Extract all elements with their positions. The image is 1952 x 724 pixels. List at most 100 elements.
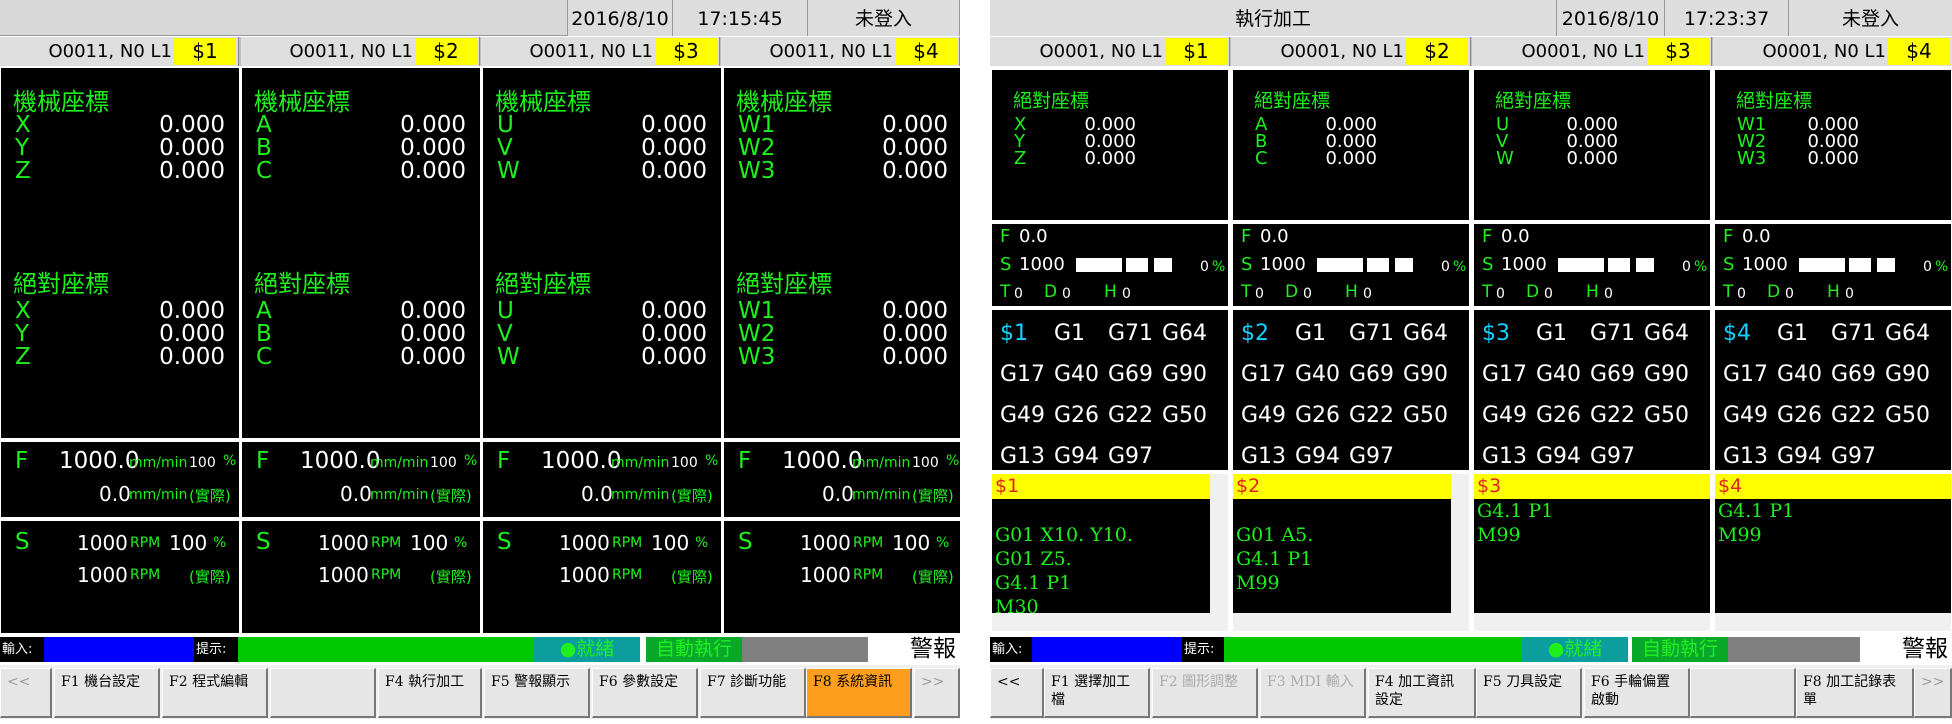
fkey-f5-button[interactable]: F5 警報顯示	[484, 668, 590, 718]
tab-channel-1[interactable]: O0011, N0 L1 $1	[0, 37, 239, 66]
fkey-f6-button[interactable]: F6 手輪偏置啟動	[1584, 668, 1690, 718]
fkey-f7-button[interactable]: F7 診斷功能	[700, 668, 806, 718]
axis-label: C	[1255, 148, 1268, 169]
axis-label: U	[497, 298, 514, 324]
h-offset-value: 0	[1122, 286, 1131, 302]
fkey-navnav-button[interactable]: >>	[914, 668, 960, 718]
gcode-modal: G22	[1349, 403, 1395, 428]
fkey-f6-button[interactable]: F6 參數設定	[592, 668, 698, 718]
spindle-actual: 1000	[800, 563, 851, 587]
ready-indicator: ●就緒	[1522, 637, 1628, 662]
spindle-value: 1000	[1501, 254, 1547, 275]
gcode-modal: G69	[1108, 362, 1154, 387]
channel-tabs: O0011, N0 L1 $1 O0011, N0 L1 $2 O0011, N0 L1…	[0, 37, 960, 66]
fkey-blank-button[interactable]	[270, 668, 376, 718]
tab-channel-id: $2	[1406, 38, 1468, 65]
tab-channel-2[interactable]: O0001, N0 L1 $2	[1231, 37, 1471, 66]
login-status[interactable]: 未登入	[1788, 0, 1952, 36]
hint-field	[1224, 637, 1522, 662]
spindle-unit: RPM	[130, 535, 161, 551]
spindle-label: S	[1000, 254, 1012, 275]
tab-channel-id: $1	[1165, 38, 1227, 65]
gcode-modal: G94	[1295, 444, 1341, 469]
fkey-navnav-button[interactable]: <<	[0, 668, 52, 718]
fkey-f5-button[interactable]: F5 刀具設定	[1476, 668, 1582, 718]
input-field[interactable]	[44, 637, 194, 662]
channel-id: $2	[1241, 321, 1269, 346]
fkey-navnav-button[interactable]: <<	[990, 668, 1044, 718]
gcode-modal: G22	[1831, 403, 1877, 428]
horizontal-scrollbar[interactable]	[1474, 613, 1710, 631]
fkey-f4-button[interactable]: F4 加工資訊設定	[1368, 668, 1476, 718]
hint-label: 提示:	[194, 637, 238, 662]
horizontal-scrollbar[interactable]	[1715, 613, 1951, 631]
tab-channel-1[interactable]: O0001, N0 L1 $1	[990, 37, 1230, 66]
function-key-bar: << F1 選擇加工檔 F2 圖形調整 F3 MDI 輸入 F4 加工資訊設定 F5 刀具…	[990, 665, 1952, 719]
h-offset-value: 0	[1363, 286, 1372, 302]
absolute-coord-value: 0.000	[1325, 148, 1377, 169]
vertical-scrollbar[interactable]	[1451, 474, 1469, 613]
spindle-actual-label: (實際)	[912, 568, 954, 586]
status-spacer	[742, 637, 868, 662]
program-line: M99	[1718, 524, 1762, 546]
spindle-load-pct: 0	[1200, 259, 1209, 275]
absolute-coord-value: 0.000	[400, 344, 466, 370]
tab-channel-3[interactable]: O0011, N0 L1 $3	[481, 37, 720, 66]
header-bar: 執行加工 2016/8/10 17:23:37 未登入	[990, 0, 1952, 36]
fkey-f1-button[interactable]: F1 選擇加工檔	[1044, 668, 1150, 718]
spindle-unit: RPM	[853, 535, 884, 551]
tab-channel-4[interactable]: O0011, N0 L1 $4	[721, 37, 960, 66]
tab-channel-3[interactable]: O0001, N0 L1 $3	[1472, 37, 1712, 66]
status-panel-3: F 0.0 S 1000 0% T 0 D 0 H 0	[1474, 224, 1710, 306]
absolute-coord-panel-4: 絕對座標 W1 0.000 W2 0.000 W3 0.000	[1715, 70, 1951, 220]
tab-channel-4[interactable]: O0001, N0 L1 $4	[1713, 37, 1952, 66]
horizontal-scrollbar[interactable]	[992, 613, 1228, 631]
tab-channel-2[interactable]: O0011, N0 L1 $2	[241, 37, 480, 66]
fkey-f1-button[interactable]: F1 機台設定	[54, 668, 160, 718]
fkey-f8-button[interactable]: F8 加工記錄表單	[1796, 668, 1914, 718]
fkey-f8-button[interactable]: F8 系統資訊	[806, 668, 912, 718]
time-display: 17:23:37	[1664, 0, 1788, 36]
function-key-bar: << F1 機台設定 F2 程式編輯 F4 執行加工 F5 警報顯示 F6 參數設定 F7 …	[0, 665, 960, 719]
input-field[interactable]	[1032, 637, 1182, 662]
feed-pct-sign: %	[705, 453, 719, 469]
spindle-load-bar-segment	[1608, 258, 1630, 272]
machine-coord-value: 0.000	[159, 158, 225, 184]
fkey-f4-button[interactable]: F4 執行加工	[378, 668, 482, 718]
feed-label: F	[497, 448, 511, 474]
absolute-coord-title: 絕對座標	[1736, 90, 1813, 112]
absolute-coord-title: 絕對座標	[1254, 90, 1331, 112]
d-offset-value: 0	[1303, 286, 1312, 302]
axis-label: Z	[15, 344, 31, 370]
fkey-blank-button[interactable]	[1690, 668, 1796, 718]
spindle-load-pct-sign: %	[1935, 259, 1949, 275]
machine-coord-value: 0.000	[641, 112, 707, 138]
fkey-f3-button[interactable]: F3 MDI 輸入	[1260, 668, 1366, 718]
gcode-modal-panel-1: $1 G1 G71 G64 G17 G40 G69 G90 G49 G26 G22 G50 G13 G94…	[992, 310, 1228, 470]
tab-program-name: O0011, N0 L1	[48, 41, 172, 62]
spindle-load-bar-segment	[1849, 258, 1871, 272]
alarm-indicator[interactable]: 警報	[868, 637, 960, 662]
machine-coord-value: 0.000	[882, 112, 948, 138]
feed-actual-label: (實際)	[189, 487, 231, 505]
fkey-f2-button[interactable]: F2 程式編輯	[162, 668, 268, 718]
spindle-load-bar-segment	[1367, 258, 1389, 272]
input-label: 輸入:	[990, 637, 1032, 662]
feed-value: 1000.0	[59, 448, 140, 474]
vertical-scrollbar[interactable]	[1210, 474, 1228, 613]
axis-label: W3	[738, 344, 776, 370]
alarm-indicator[interactable]: 警報	[1860, 637, 1952, 662]
login-status[interactable]: 未登入	[807, 0, 960, 36]
fkey-navnav-button[interactable]: >>	[1914, 668, 1952, 718]
gcode-modal: G50	[1644, 403, 1690, 428]
absolute-coord-value: 0.000	[641, 321, 707, 347]
feed-value: 1000.0	[300, 448, 381, 474]
gcode-modal-panel-3: $3 G1 G71 G64 G17 G40 G69 G90 G49 G26 G22 G50 G13 G94…	[1474, 310, 1710, 470]
horizontal-scrollbar[interactable]	[1233, 613, 1469, 631]
spindle-actual-unit: RPM	[371, 567, 402, 583]
fkey-f2-button[interactable]: F2 圖形調整	[1152, 668, 1258, 718]
axis-label: W	[497, 344, 520, 370]
spindle-load-pct-sign: %	[1694, 259, 1708, 275]
spindle-override: 100	[651, 531, 690, 555]
spindle-value: 1000	[1019, 254, 1065, 275]
